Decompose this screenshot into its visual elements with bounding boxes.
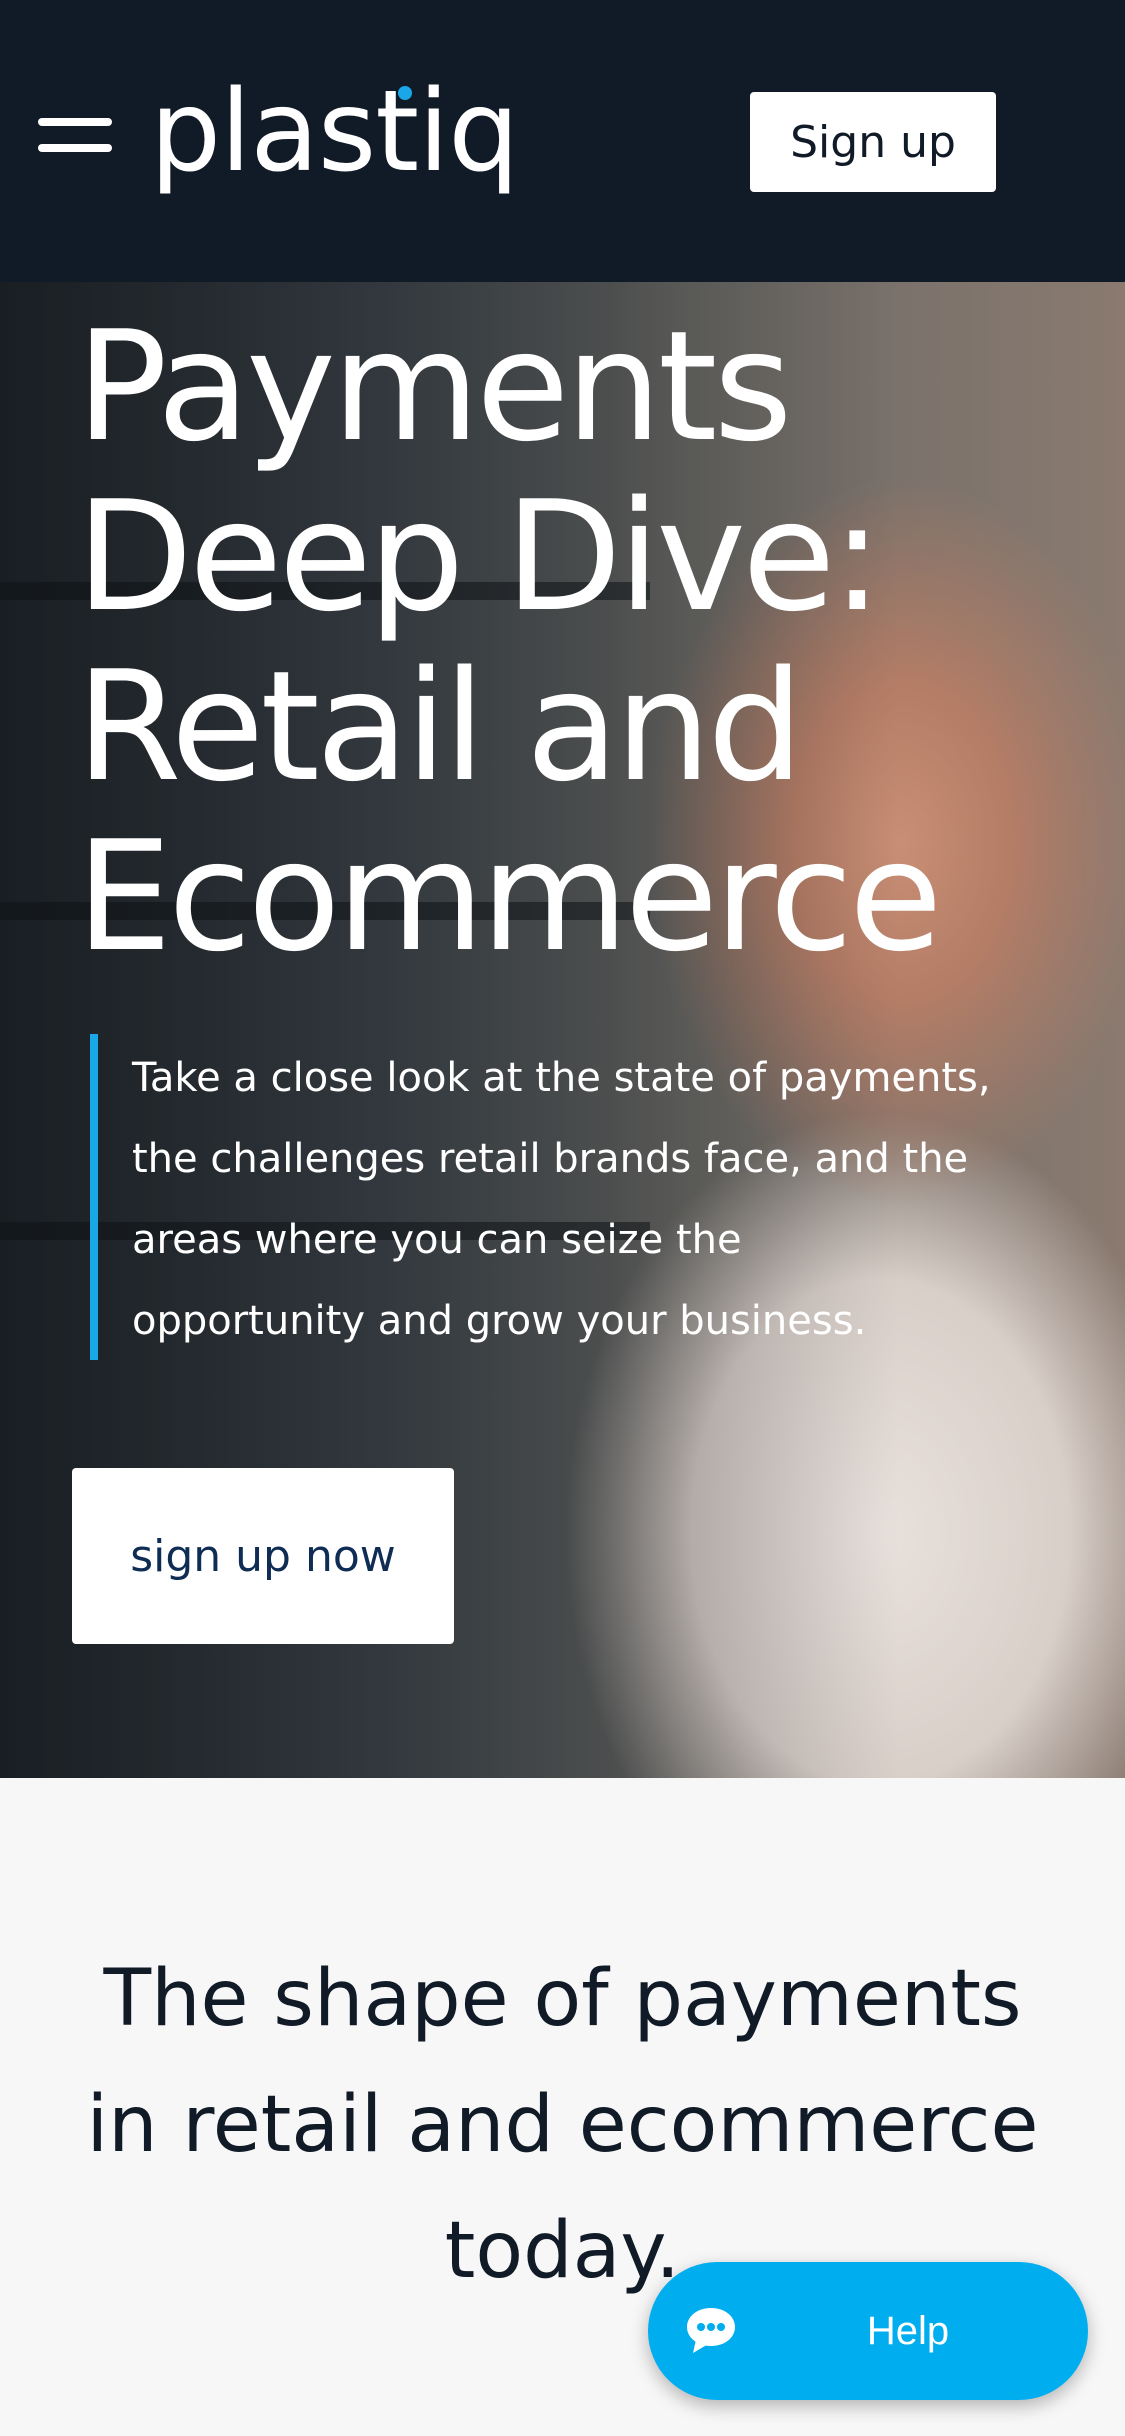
hero-title-line: Ecommerce: [76, 808, 943, 985]
hamburger-menu-icon[interactable]: [38, 118, 112, 154]
hero-description-line: opportunity and grow your business.: [132, 1298, 867, 1344]
hero-description-line: the challenges retail brands face, and t…: [132, 1136, 969, 1182]
section-title: The shape of payments in retail and ecom…: [40, 1936, 1085, 2314]
site-header: plastiq Sign up: [0, 0, 1125, 282]
plastiq-logo[interactable]: plastiq: [150, 62, 519, 202]
hero-description-line: Take a close look at the state of paymen…: [132, 1055, 991, 1101]
hero-title-line: Deep Dive:: [76, 468, 883, 645]
hero-title-line: Retail and: [76, 638, 804, 815]
hero-title: Payments Deep Dive: Retail and Ecommerce: [76, 302, 1076, 982]
help-label: Help: [866, 2309, 950, 2353]
hero-title-line: Payments: [76, 298, 793, 475]
chat-bubble-icon: [687, 2308, 735, 2353]
hero-section: Payments Deep Dive: Retail and Ecommerce…: [0, 282, 1125, 1778]
quote-accent-bar: [90, 1034, 98, 1360]
hero-description-line: areas where you can seize the: [132, 1217, 742, 1263]
section-title-line: The shape of payments: [103, 1954, 1022, 2044]
section-title-line: in retail and ecommerce: [86, 2080, 1039, 2170]
logo-accent-dot: [398, 86, 412, 100]
sign-up-button[interactable]: Sign up: [750, 92, 996, 192]
sign-up-now-button[interactable]: sign up now: [72, 1468, 454, 1644]
help-button[interactable]: Help: [648, 2262, 1088, 2400]
hero-description: Take a close look at the state of paymen…: [132, 1038, 1092, 1362]
